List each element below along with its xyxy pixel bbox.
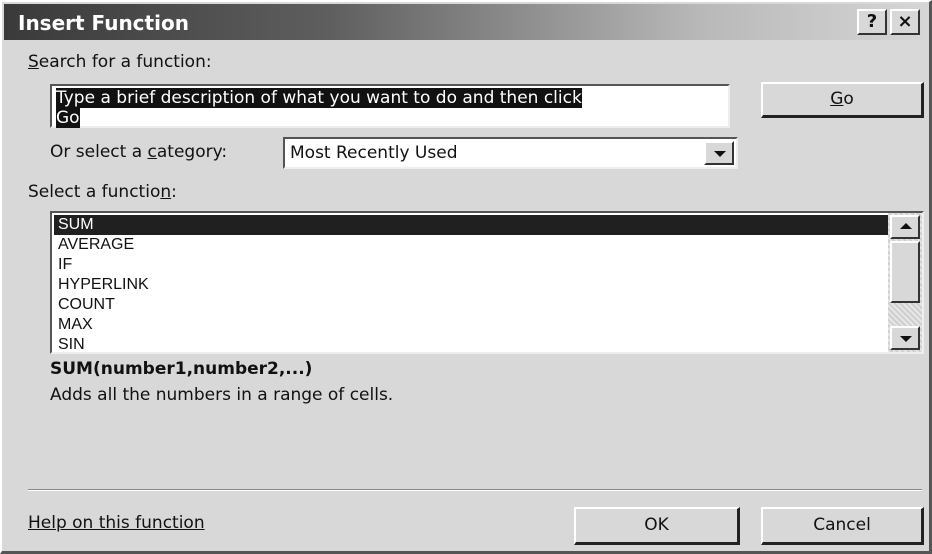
function-item-average[interactable]: AVERAGE — [54, 235, 888, 255]
title-bar[interactable]: Insert Function ? × — [4, 4, 929, 40]
function-signature: SUM(number1,number2,...) — [50, 359, 313, 379]
search-input-text-line2: Go — [56, 108, 80, 128]
scroll-thumb[interactable] — [890, 241, 920, 303]
search-label: Search for a function: — [28, 52, 212, 72]
scroll-down-button[interactable] — [890, 326, 920, 350]
search-input-text-line1: Type a brief description of what you wan… — [56, 88, 582, 108]
close-icon[interactable]: × — [890, 9, 920, 35]
help-icon[interactable]: ? — [857, 9, 887, 35]
category-selected-value: Most Recently Used — [290, 143, 458, 163]
chevron-down-icon — [900, 336, 912, 342]
insert-function-dialog: Insert Function ? × Search for a functio… — [0, 0, 932, 554]
ok-button[interactable]: OK — [574, 507, 740, 545]
category-dropdown[interactable]: Most Recently Used — [283, 137, 738, 169]
function-item-sum[interactable]: SUM — [54, 215, 888, 235]
footer-divider — [28, 489, 922, 491]
function-item-if[interactable]: IF — [54, 255, 888, 275]
chevron-down-icon — [714, 151, 726, 157]
function-item-sin[interactable]: SIN — [54, 335, 888, 352]
function-description: Adds all the numbers in a range of cells… — [50, 385, 394, 405]
search-input[interactable]: Type a brief description of what you wan… — [50, 84, 730, 128]
function-item-max[interactable]: MAX — [54, 315, 888, 335]
function-list-scrollbar[interactable] — [888, 213, 922, 352]
help-on-function-link[interactable]: Help on this function — [28, 513, 205, 533]
chevron-up-icon — [900, 223, 912, 229]
category-label: Or select a category: — [50, 142, 228, 162]
function-list-label: Select a function: — [28, 182, 177, 202]
function-item-hyperlink[interactable]: HYPERLINK — [54, 275, 888, 295]
function-item-count[interactable]: COUNT — [54, 295, 888, 315]
scroll-up-button[interactable] — [890, 215, 920, 239]
function-listbox[interactable]: SUM AVERAGE IF HYPERLINK COUNT MAX SIN — [50, 211, 924, 354]
category-dropdown-button[interactable] — [704, 141, 734, 165]
go-button[interactable]: Go — [761, 82, 924, 118]
cancel-button[interactable]: Cancel — [761, 507, 924, 545]
dialog-title: Insert Function — [18, 11, 189, 35]
